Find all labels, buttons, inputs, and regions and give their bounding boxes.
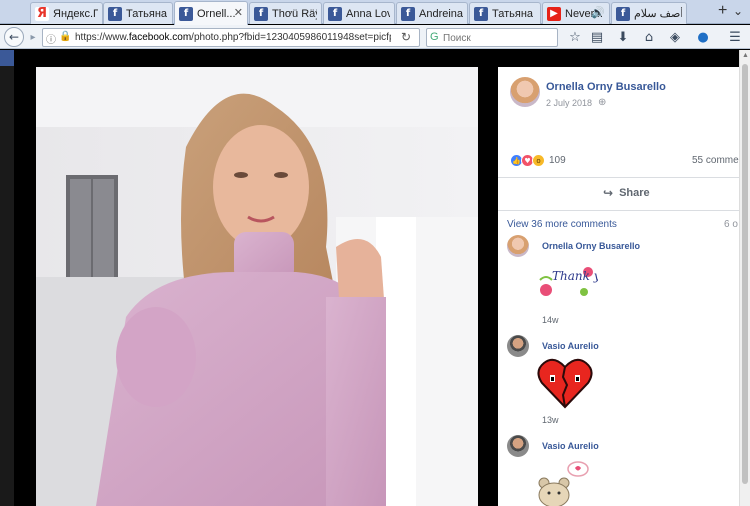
facebook-icon: f: [616, 6, 630, 21]
author-name[interactable]: Ornella Orny Busarello: [546, 81, 666, 93]
tab-label: Andreina ...: [419, 7, 463, 20]
search-input[interactable]: [443, 31, 553, 45]
facebook-sidebar-edge: [0, 50, 14, 506]
tab-strip: Я Яндекс.П... f Татьяна ... f Ornell... …: [0, 0, 750, 25]
url-text[interactable]: https://www.facebook.com/photo.php?fbid=…: [75, 32, 391, 43]
photo-illustration: [36, 67, 478, 506]
tab-tatyana-1[interactable]: f Татьяна ...: [103, 2, 173, 24]
scroll-thumb[interactable]: [742, 64, 748, 484]
facebook-icon: f: [108, 6, 122, 21]
globe-icon[interactable]: ⊕: [598, 97, 606, 108]
tab-arabic[interactable]: f أصف سلام: [611, 2, 687, 24]
thank-you-sticker: Thank you: [539, 267, 598, 296]
downloads-icon[interactable]: ⬇: [614, 28, 632, 46]
search-bar[interactable]: G: [426, 28, 558, 47]
lock-icon[interactable]: 🔒: [59, 31, 71, 42]
tab-yandex[interactable]: Я Яндекс.П...: [30, 2, 103, 24]
wow-icon: o: [532, 154, 545, 167]
post-date[interactable]: 2 July 2018: [546, 98, 592, 108]
tab-thou[interactable]: f Thơü Räÿæ: [249, 2, 322, 24]
home-icon[interactable]: ⌂: [640, 28, 658, 46]
reaction-count: 109: [549, 155, 566, 166]
tab-label: Ornell...: [197, 7, 236, 20]
close-tab-icon[interactable]: ✕: [234, 6, 243, 19]
sticker-text: Thank you: [552, 269, 598, 283]
tab-label: أصف سلام: [634, 8, 682, 20]
speaker-icon[interactable]: 🔊: [591, 6, 605, 19]
facebook-icon: f: [179, 6, 193, 21]
tab-label: Thơü Räÿæ: [272, 7, 317, 20]
commenter-name[interactable]: Ornella Orny Busarello: [542, 241, 640, 251]
commenter-name[interactable]: Vasio Aurelio: [542, 441, 599, 451]
reactions-summary[interactable]: 👍 ♥ o 109: [510, 154, 566, 167]
tab-label: Татьяна ...: [126, 7, 168, 20]
commenter-name[interactable]: Vasio Aurelio: [542, 341, 599, 351]
pocket-icon[interactable]: ◈: [666, 28, 684, 46]
share-button[interactable]: ↪ Share: [603, 186, 650, 200]
commenter-avatar[interactable]: [507, 435, 529, 457]
profile-photo[interactable]: [36, 67, 478, 506]
post-details-panel: Ornella Orny Busarello 2 July 2018 ⊕ 👍 ♥…: [498, 67, 750, 506]
tab-andreina[interactable]: f Andreina ...: [396, 2, 468, 24]
share-icon: ↪: [603, 186, 614, 200]
facebook-icon: f: [328, 6, 342, 21]
facebook-header-edge: [0, 50, 14, 66]
tab-label: Anna Love: [346, 7, 390, 20]
list-all-tabs-icon[interactable]: ⌄: [733, 4, 743, 18]
tab-anna-love[interactable]: f Anna Love: [323, 2, 395, 24]
divider: [498, 177, 750, 178]
tab-ornella[interactable]: f Ornell... ✕: [174, 1, 248, 25]
heart-sticker: [537, 358, 593, 409]
view-more-comments-link[interactable]: View 36 more comments: [507, 219, 617, 230]
tab-tatyana-2[interactable]: f Татьяна ...: [469, 2, 541, 24]
reading-list-icon[interactable]: ▤: [588, 28, 606, 46]
teddy-bear-sticker: [538, 461, 589, 506]
author-avatar[interactable]: [510, 77, 540, 107]
tab-label: Яндекс.П...: [53, 7, 98, 20]
tab-youtube[interactable]: ▶ Never... 🔊: [542, 2, 610, 24]
share-label: Share: [619, 187, 650, 199]
address-bar[interactable]: ⓘ 🔒 https://www.facebook.com/photo.php?f…: [42, 28, 420, 47]
facebook-icon: f: [254, 6, 268, 21]
menu-icon[interactable]: ☰: [726, 28, 744, 46]
facebook-icon: f: [401, 6, 415, 21]
vpn-extension-icon[interactable]: ●: [694, 28, 712, 46]
comment-time[interactable]: 13w: [542, 415, 559, 425]
page-scrollbar[interactable]: ▲: [739, 50, 750, 506]
comment-page-count: 6 o: [724, 219, 738, 230]
new-tab-button[interactable]: +: [718, 2, 727, 20]
commenter-avatar[interactable]: [507, 235, 529, 257]
yandex-icon: Я: [35, 6, 49, 21]
search-engine-icon[interactable]: G: [430, 31, 439, 43]
info-icon[interactable]: ⓘ: [46, 31, 56, 46]
back-button[interactable]: ←: [4, 27, 24, 47]
scroll-up-arrow-icon[interactable]: ▲: [742, 52, 749, 59]
bookmark-star-icon[interactable]: ☆: [566, 28, 584, 46]
navigation-bar: ← ▸ ⓘ 🔒 https://www.facebook.com/photo.p…: [0, 25, 750, 49]
reload-icon[interactable]: ↻: [401, 30, 411, 44]
commenter-avatar[interactable]: [507, 335, 529, 357]
photo-viewer: Ornella Orny Busarello 2 July 2018 ⊕ 👍 ♥…: [0, 50, 750, 506]
youtube-icon: ▶: [547, 6, 561, 21]
divider: [498, 210, 750, 211]
forward-button[interactable]: ▸: [26, 29, 40, 45]
comment-time[interactable]: 14w: [542, 315, 559, 325]
comments-count[interactable]: 55 comme: [692, 155, 739, 166]
tab-label: Татьяна ...: [492, 7, 536, 20]
facebook-icon: f: [474, 6, 488, 21]
